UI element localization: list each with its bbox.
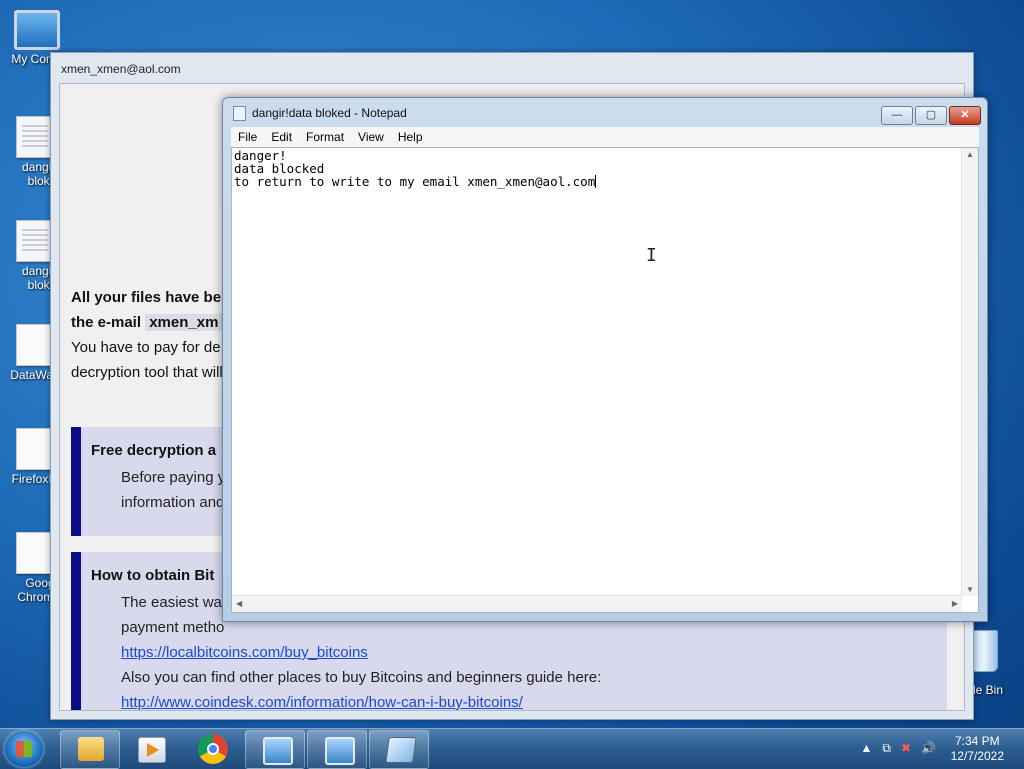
computer-icon <box>14 10 60 50</box>
ibeam-cursor-icon: I <box>646 245 657 266</box>
blank-file-icon <box>16 428 54 470</box>
action-center-icon[interactable]: ⧉ <box>882 741 891 756</box>
ransom-line: All your files have be <box>71 289 222 306</box>
text-caret <box>595 175 597 188</box>
folder-icon <box>78 737 104 761</box>
system-tray: ▲ ⧉ ✖ 🔊 <box>861 741 936 756</box>
close-button[interactable]: ✕ <box>949 106 981 125</box>
text-file-icon <box>16 116 54 158</box>
network-computer-icon <box>263 737 293 765</box>
taskbar: ▲ ⧉ ✖ 🔊 7:34 PM 12/7/2022 <box>0 728 1024 769</box>
scroll-down-arrow-icon[interactable]: ▼ <box>966 585 974 594</box>
notepad-titlebar[interactable]: dangir!data bloked - Notepad <box>223 98 987 128</box>
media-player-icon <box>138 737 166 763</box>
editor-content: danger! data blocked to return to write to… <box>234 149 597 189</box>
taskbar-explorer[interactable] <box>60 730 120 769</box>
volume-icon[interactable]: 🔊 <box>921 741 936 756</box>
blank-file-icon <box>16 532 54 574</box>
show-hidden-icons-icon[interactable]: ▲ <box>861 741 873 756</box>
window-title: xmen_xmen@aol.com <box>61 62 181 76</box>
scroll-up-arrow-icon[interactable]: ▲ <box>966 150 974 159</box>
menu-help[interactable]: Help <box>391 130 430 144</box>
network-computer-icon <box>325 737 355 765</box>
ransom-scrollbar[interactable]: ▼ <box>950 650 964 710</box>
window-controls: — ▢ ✕ <box>879 106 981 125</box>
taskbar-network-computer-1[interactable] <box>245 730 305 769</box>
chrome-icon <box>198 734 228 764</box>
clock-date: 12/7/2022 <box>950 749 1004 763</box>
horizontal-scrollbar[interactable]: ◀ ▶ <box>232 595 962 612</box>
menu-format[interactable]: Format <box>299 130 351 144</box>
vertical-scrollbar[interactable]: ▲ ▼ <box>961 148 978 596</box>
menu-bar: File Edit Format View Help <box>231 127 979 147</box>
network-error-icon[interactable]: ✖ <box>901 741 911 756</box>
minimize-button[interactable]: — <box>881 106 913 125</box>
clock-time: 7:34 PM <box>954 734 1000 748</box>
ransom-email: xmen_xm <box>145 314 223 331</box>
ransom-line: decryption tool that will <box>71 364 223 381</box>
recycle-bin-icon <box>970 630 998 672</box>
ransom-line: the e-mail <box>71 314 142 331</box>
ransom-line: You have to pay for de <box>71 339 221 356</box>
text-file-icon <box>16 220 54 262</box>
maximize-button[interactable]: ▢ <box>915 106 947 125</box>
notepad-icon <box>385 737 417 763</box>
notepad-title: dangir!data bloked - Notepad <box>252 106 407 120</box>
text-line: to return to write to my email xmen_xmen… <box>234 174 596 189</box>
menu-view[interactable]: View <box>351 130 391 144</box>
taskbar-network-computer-2[interactable] <box>307 730 367 769</box>
notepad-window[interactable]: dangir!data bloked - Notepad — ▢ ✕ File … <box>222 97 988 622</box>
menu-file[interactable]: File <box>231 130 264 144</box>
scroll-left-arrow-icon[interactable]: ◀ <box>236 599 242 608</box>
start-button[interactable] <box>5 731 43 767</box>
coindesk-link[interactable]: http://www.coindesk.com/information/how-… <box>121 694 523 710</box>
ransom-intro: All your files have be the e-mail xmen_x… <box>71 285 223 385</box>
taskbar-notepad[interactable] <box>369 730 429 769</box>
box-text: Also you can find other places to buy Bi… <box>121 669 602 686</box>
taskbar-chrome[interactable] <box>183 730 243 769</box>
blank-file-icon <box>16 324 54 366</box>
clock[interactable]: 7:34 PM 12/7/2022 <box>951 734 1004 764</box>
notepad-icon <box>233 105 246 121</box>
localbitcoins-link[interactable]: https://localbitcoins.com/buy_bitcoins <box>121 644 368 661</box>
menu-edit[interactable]: Edit <box>264 130 299 144</box>
scroll-right-arrow-icon[interactable]: ▶ <box>952 599 958 608</box>
taskbar-media-player[interactable] <box>120 730 180 769</box>
text-editor[interactable]: danger! data blocked to return to write to… <box>231 147 979 613</box>
